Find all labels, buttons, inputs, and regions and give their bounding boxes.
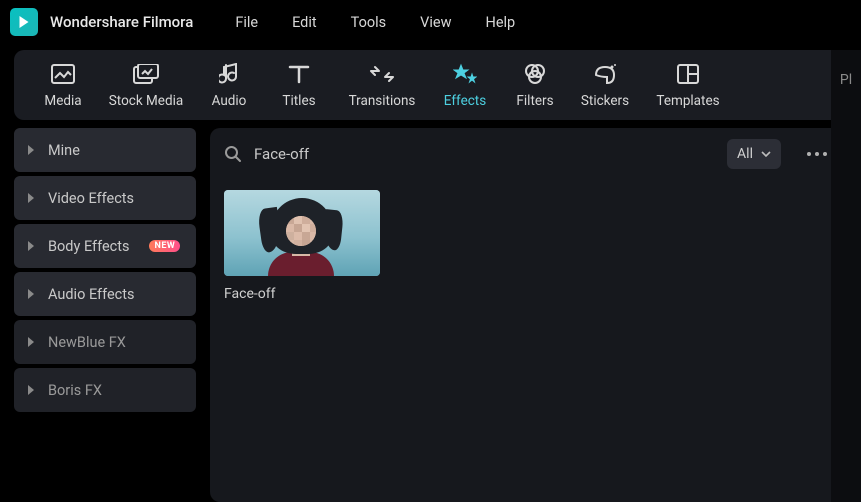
tab-effects[interactable]: Effects <box>430 61 500 109</box>
menubar: File Edit Tools View Help <box>235 14 515 31</box>
menu-edit[interactable]: Edit <box>292 14 317 31</box>
chevron-right-icon <box>28 289 34 299</box>
filters-icon <box>523 61 547 87</box>
effect-thumbnail <box>224 190 380 276</box>
chevron-right-icon <box>28 337 34 347</box>
chevron-right-icon <box>28 145 34 155</box>
filter-dropdown[interactable]: All <box>727 139 781 169</box>
tab-stock-media[interactable]: Stock Media <box>98 61 194 109</box>
chevron-right-icon <box>28 193 34 203</box>
audio-icon <box>219 61 239 87</box>
tab-audio[interactable]: Audio <box>194 61 264 109</box>
chevron-down-icon <box>761 151 771 157</box>
app-title: Wondershare Filmora <box>50 13 193 31</box>
effect-label: Face-off <box>224 286 380 302</box>
sidebar-item-newblue-fx[interactable]: NewBlue FX <box>14 320 196 364</box>
tab-transitions[interactable]: Transitions <box>334 61 430 109</box>
tab-media[interactable]: Media <box>28 61 98 109</box>
tab-titles[interactable]: Titles <box>264 61 334 109</box>
effects-icon <box>453 61 477 87</box>
search-bar: All <box>210 128 847 180</box>
sidebar: Mine Video Effects Body Effects NEW Audi… <box>14 128 196 502</box>
sidebar-item-mine[interactable]: Mine <box>14 128 196 172</box>
search-input[interactable] <box>254 145 454 163</box>
tab-templates[interactable]: Templates <box>640 61 736 109</box>
tool-tabs: Media Stock Media Audio Titles Transitio… <box>14 50 847 120</box>
results-grid: Face-off <box>210 180 847 312</box>
sidebar-item-boris-fx[interactable]: Boris FX <box>14 368 196 412</box>
effect-card-face-off[interactable]: Face-off <box>224 190 380 302</box>
sidebar-item-body-effects[interactable]: Body Effects NEW <box>14 224 196 268</box>
titlebar: Wondershare Filmora File Edit Tools View… <box>0 0 861 44</box>
right-panel[interactable]: Pl <box>831 50 861 502</box>
app-logo <box>10 8 38 36</box>
chevron-right-icon <box>28 385 34 395</box>
menu-tools[interactable]: Tools <box>351 14 387 31</box>
transitions-icon <box>369 61 395 87</box>
sidebar-item-video-effects[interactable]: Video Effects <box>14 176 196 220</box>
media-icon <box>51 61 75 87</box>
stock-media-icon <box>133 61 159 87</box>
new-badge: NEW <box>149 240 180 252</box>
chevron-right-icon <box>28 241 34 251</box>
menu-file[interactable]: File <box>235 14 258 31</box>
sidebar-item-audio-effects[interactable]: Audio Effects <box>14 272 196 316</box>
tab-filters[interactable]: Filters <box>500 61 570 109</box>
tab-stickers[interactable]: Stickers <box>570 61 640 109</box>
titles-icon <box>288 61 310 87</box>
search-icon <box>224 145 242 163</box>
stickers-icon <box>593 61 617 87</box>
content-panel: All <box>210 128 847 502</box>
templates-icon <box>677 61 699 87</box>
menu-view[interactable]: View <box>420 14 451 31</box>
menu-help[interactable]: Help <box>485 14 515 31</box>
more-options-button[interactable] <box>801 146 833 162</box>
